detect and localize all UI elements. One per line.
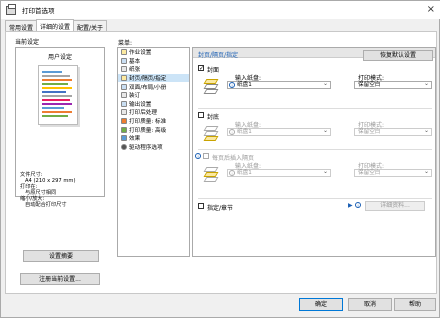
slip-sheet-checkbox[interactable] [203, 153, 209, 159]
title-bar: 打印首选项 × [1, 1, 440, 19]
info-icon: i [229, 129, 235, 135]
tab-config-about[interactable]: 配置/关于 [73, 20, 108, 32]
binding-icon [121, 92, 127, 99]
window-title: 打印首选项 [22, 7, 55, 15]
slip-sheet-input-tray-select[interactable]: i 纸盘1 [227, 168, 331, 177]
menu-item-paper[interactable]: 纸张 [118, 65, 189, 74]
separator [198, 149, 432, 150]
paper-icon [121, 66, 127, 73]
info-icon: i [229, 82, 235, 88]
slip-sheet-info-icon: i [195, 153, 201, 159]
cancel-button[interactable]: 取消 [348, 298, 392, 311]
front-cover-label: 封面 [207, 67, 220, 74]
front-cover-print-mode-select[interactable]: 保留空白 [354, 80, 432, 89]
back-cover-label: 封底 [207, 114, 220, 121]
menu-item-driver-options[interactable]: 驱动程序选项 [118, 143, 189, 152]
menu-item-job-settings[interactable]: 作业设置 [118, 48, 189, 57]
printer-icon [6, 3, 16, 15]
back-cover-input-tray-select[interactable]: i 纸盘1 [227, 127, 331, 136]
menu-item-basic[interactable]: 基本 [118, 57, 189, 66]
tab-panel: 当前设定 用户设定 文件尺寸: A4 (210 x 297 mm) 打印在: 与… [5, 31, 437, 294]
back-cover-print-mode-select[interactable]: 保留空白 [354, 127, 432, 136]
tab-bar: 常用设置 详细的设置 配置/关于 [5, 19, 108, 32]
designate-chapter-label: 指定/章节 [207, 205, 234, 212]
print-preferences-window: 打印首选项 × 常用设置 详细的设置 配置/关于 当前设定 用户设定 文件尺寸:… [0, 0, 440, 318]
driver-options-icon [121, 143, 127, 150]
back-cover-checkbox[interactable] [198, 112, 204, 118]
ok-button[interactable]: 确定 [299, 298, 343, 311]
content-pane: 封页/隔页/指定 恢复默认设置 ✓ 封面 输入纸盘: i纸盘1 打印模式: 保留… [192, 47, 436, 257]
paper-preview-icon [38, 65, 78, 125]
settings-info: 文件尺寸: A4 (210 x 297 mm) 打印在: 与原尺寸相同 缩小/放… [20, 172, 75, 208]
restore-defaults-button[interactable]: 恢复默认设置 [363, 50, 433, 61]
play-icon: ▶ [348, 202, 353, 209]
menu-item-output-settings[interactable]: 输出设置 [118, 100, 189, 109]
designate-chapter-checkbox[interactable] [198, 203, 204, 209]
slip-sheet-icon [203, 167, 219, 183]
close-icon[interactable]: × [427, 4, 435, 15]
menu-item-print-quality-advanced[interactable]: 打印质量: 高级 [118, 125, 189, 134]
current-settings-label: 当前设定 [15, 39, 40, 46]
tab-detailed-settings[interactable]: 详细的设置 [36, 19, 75, 31]
menu-list: 作业设置 基本 纸张 封页/隔页/指定 双面/布局/小册 装订 输出设置 打印后… [117, 47, 190, 257]
designate-info-icon: i [355, 202, 361, 208]
slip-sheet-print-mode-select[interactable]: 保留空白 [354, 168, 432, 177]
menu-item-cover-slip-designate[interactable]: 封页/隔页/指定 [118, 73, 189, 83]
duplex-icon [121, 83, 127, 90]
front-cover-input-tray-select[interactable]: i 纸盘1 [227, 80, 331, 89]
details-button[interactable]: 详细资料... [365, 201, 425, 211]
content-header-title: 封页/隔页/指定 [198, 52, 239, 59]
menu-item-duplex-layout-booklet[interactable]: 双面/布局/小册 [118, 82, 189, 91]
preview-title: 用户设定 [47, 54, 72, 61]
register-current-settings-button[interactable]: 注册当前设置... [20, 273, 100, 285]
separator [198, 198, 432, 199]
output-icon [121, 100, 127, 107]
quality-standard-icon [121, 118, 127, 125]
basic-icon [121, 57, 127, 64]
settings-summary-button[interactable]: 设置摘要 [23, 250, 99, 262]
cover-icon [121, 75, 127, 82]
menu-item-print-quality-standard[interactable]: 打印质量: 标准 [118, 117, 189, 126]
effects-icon [121, 135, 127, 142]
scaling-value: 自动配合打印尺寸 [25, 202, 67, 208]
job-settings-icon [121, 49, 127, 56]
front-cover-checkbox[interactable]: ✓ [198, 65, 204, 72]
help-button[interactable]: 帮助 [394, 298, 436, 311]
info-icon: i [229, 170, 235, 176]
menu-item-effects[interactable]: 效果 [118, 134, 189, 143]
menu-item-binding[interactable]: 装订 [118, 91, 189, 100]
menu-label: 菜单: [118, 40, 133, 47]
menu-item-finishing[interactable]: 打印后处理 [118, 108, 189, 117]
back-cover-icon [203, 126, 219, 142]
finishing-icon [121, 109, 127, 116]
quality-advanced-icon [121, 126, 127, 133]
tab-common-settings[interactable]: 常用设置 [5, 20, 38, 32]
separator [198, 108, 432, 109]
front-cover-icon [203, 79, 219, 95]
